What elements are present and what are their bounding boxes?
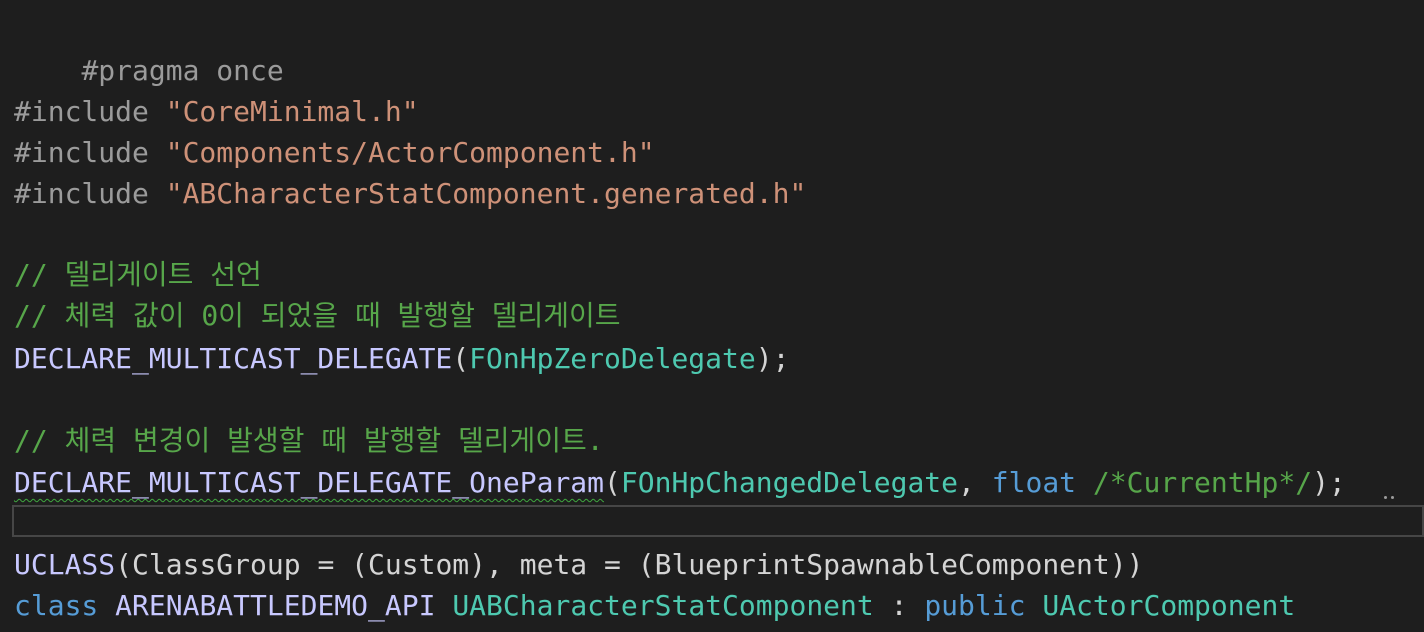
quick-action-ellipsis-icon[interactable] [1384, 496, 1404, 502]
float-keyword: float [991, 466, 1077, 499]
include-path: "Components/ActorComponent.h" [165, 136, 655, 169]
comment: // 체력 값이 0이 되었을 때 발행할 델리게이트 [14, 299, 621, 332]
include-keyword: #include [14, 177, 166, 210]
code-line-4: #include "Components/ActorComponent.h" [14, 132, 655, 173]
code-line-5: #include "ABCharacterStatComponent.gener… [14, 173, 806, 214]
open-paren: ( [604, 466, 621, 499]
code-line-7: // 델리게이트 선언 [14, 254, 262, 295]
open-paren: ( [452, 342, 470, 375]
class-name: UABCharacterStatComponent [452, 589, 874, 622]
separator: , [958, 466, 992, 499]
macro-name: DECLARE_MULTICAST_DELEGATE [14, 342, 453, 375]
colon: : [873, 589, 925, 622]
param-comment: /*CurrentHp*/ [1092, 466, 1313, 499]
code-line-11: // 체력 변경이 발생할 때 발행할 델리게이트. [14, 420, 604, 461]
delegate-type: FOnHpZeroDelegate [469, 342, 756, 375]
code-line-15: class ARENABATTLEDEMO_API UABCharacterSt… [14, 585, 1295, 626]
include-keyword: #include [14, 95, 166, 128]
api-macro: ARENABATTLEDEMO_API [115, 589, 436, 622]
uclass-macro: UCLASS [14, 548, 116, 581]
include-path: "CoreMinimal.h" [165, 95, 419, 128]
close-paren: ); [755, 342, 790, 375]
code-line-12: DECLARE_MULTICAST_DELEGATE_OneParam(FOnH… [14, 462, 1346, 503]
base-class-name: UActorComponent [1042, 589, 1296, 622]
uclass-args: (ClassGroup = (Custom), meta = (Blueprin… [115, 548, 1144, 581]
include-keyword: #include [14, 136, 166, 169]
code-line-8: // 체력 값이 0이 되었을 때 발행할 델리게이트 [14, 295, 621, 336]
delegate-type: FOnHpChangedDelegate [620, 466, 959, 499]
close-paren: ); [1312, 466, 1346, 499]
code-editor[interactable]: #pragma once #include "CoreMinimal.h" #i… [0, 0, 1424, 632]
comment: // 체력 변경이 발생할 때 발행할 델리게이트. [14, 424, 604, 457]
comment: // 델리게이트 선언 [14, 258, 262, 291]
pragma-directive: #pragma once [81, 54, 284, 87]
code-line-3: #include "CoreMinimal.h" [14, 91, 419, 132]
class-keyword: class [14, 589, 99, 622]
include-path: "ABCharacterStatComponent.generated.h" [165, 177, 807, 210]
public-keyword: public [924, 589, 1026, 622]
code-line-1: #pragma once [14, 9, 283, 87]
macro-name-with-warning[interactable]: DECLARE_MULTICAST_DELEGATE_OneParam [14, 466, 604, 499]
code-line-14: UCLASS(ClassGroup = (Custom), meta = (Bl… [14, 544, 1143, 585]
current-line-highlight [12, 505, 1424, 537]
code-line-9: DECLARE_MULTICAST_DELEGATE(FOnHpZeroDele… [14, 338, 789, 379]
